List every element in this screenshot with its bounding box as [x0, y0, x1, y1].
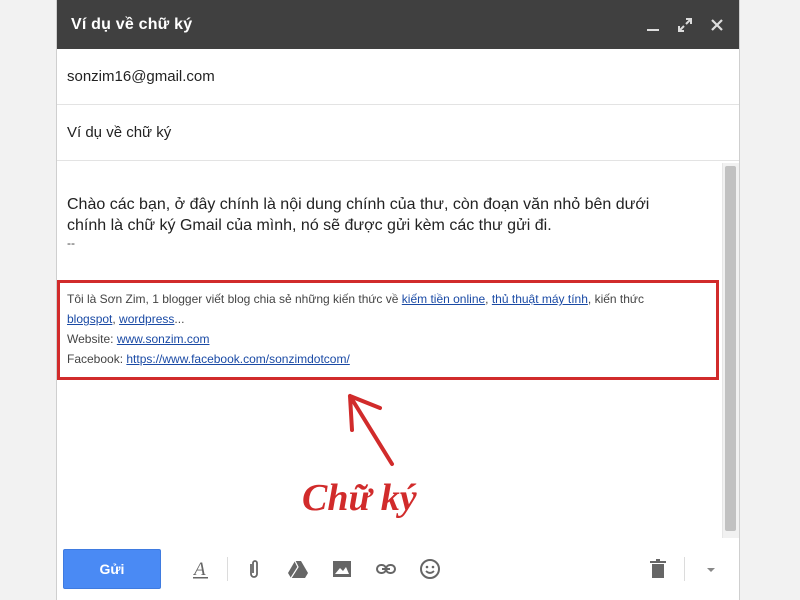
signature-ellipsis: ... — [174, 312, 185, 326]
message-body[interactable]: Chào các bạn, ở đây chính là nội dung ch… — [57, 194, 739, 564]
photo-icon[interactable] — [330, 557, 354, 581]
expand-icon[interactable] — [677, 17, 693, 33]
message-line-2: chính là chữ ký Gmail của mình, nó sẽ đư… — [67, 217, 552, 234]
compose-titlebar[interactable]: Ví dụ về chữ ký — [57, 0, 739, 49]
signature-separator-text: , — [485, 292, 492, 306]
compose-toolbar: Gửi A — [57, 538, 739, 600]
send-button[interactable]: Gửi — [63, 549, 161, 589]
signature-link-wordpress[interactable]: wordpress — [119, 312, 174, 326]
signature-line-2: blogspot, wordpress... — [67, 309, 709, 329]
trash-icon[interactable] — [646, 557, 670, 581]
svg-text:A: A — [192, 559, 206, 580]
signature-link-blogspot[interactable]: blogspot — [67, 312, 112, 326]
close-icon[interactable] — [709, 17, 725, 33]
website-label: Website: — [67, 332, 117, 346]
signature-intro: Tôi là Sơn Zim, 1 blogger viết blog chia… — [67, 292, 402, 306]
toolbar-divider — [227, 557, 228, 581]
format-text-icon[interactable]: A — [189, 557, 213, 581]
recipient-value: sonzim16@gmail.com — [67, 68, 215, 85]
signature-line-1: Tôi là Sơn Zim, 1 blogger viết blog chia… — [67, 289, 709, 309]
signature-website: Website: www.sonzim.com — [67, 329, 709, 349]
link-icon[interactable] — [374, 557, 398, 581]
signature-separator: -- — [67, 236, 75, 250]
toolbar-divider — [684, 557, 685, 581]
window-title: Ví dụ về chữ ký — [71, 15, 193, 33]
emoji-icon[interactable] — [418, 557, 442, 581]
subject-field[interactable]: Ví dụ về chữ ký — [57, 105, 739, 161]
compose-window: Ví dụ về chữ ký sonzim16@gmail.com Ví dụ… — [56, 0, 740, 600]
recipient-field[interactable]: sonzim16@gmail.com — [57, 49, 739, 105]
facebook-label: Facebook: — [67, 352, 127, 366]
more-options-icon[interactable] — [699, 557, 723, 581]
minimize-icon[interactable] — [645, 17, 661, 33]
signature-separator-text: , kiến thức — [587, 292, 644, 306]
scrollbar-thumb[interactable] — [725, 166, 736, 531]
window-controls — [645, 17, 725, 33]
message-line-1: Chào các bạn, ở đây chính là nội dung ch… — [67, 196, 650, 213]
drive-icon[interactable] — [286, 557, 310, 581]
vertical-scrollbar[interactable] — [722, 163, 739, 538]
annotation-arrow-icon — [348, 394, 394, 466]
website-link[interactable]: www.sonzim.com — [117, 332, 210, 346]
attach-icon[interactable] — [242, 557, 266, 581]
annotation-label: Chữ ký — [302, 477, 417, 519]
signature-link-thu-thuat[interactable]: thủ thuật máy tính — [492, 292, 588, 306]
signature-block: Tôi là Sơn Zim, 1 blogger viết blog chia… — [57, 280, 719, 380]
signature-facebook: Facebook: https://www.facebook.com/sonzi… — [67, 349, 709, 369]
message-text: Chào các bạn, ở đây chính là nội dung ch… — [67, 194, 729, 250]
facebook-link[interactable]: https://www.facebook.com/sonzimdotcom/ — [126, 352, 349, 366]
subject-value: Ví dụ về chữ ký — [67, 124, 172, 141]
signature-link-kiem-tien[interactable]: kiếm tiền online — [402, 292, 485, 306]
